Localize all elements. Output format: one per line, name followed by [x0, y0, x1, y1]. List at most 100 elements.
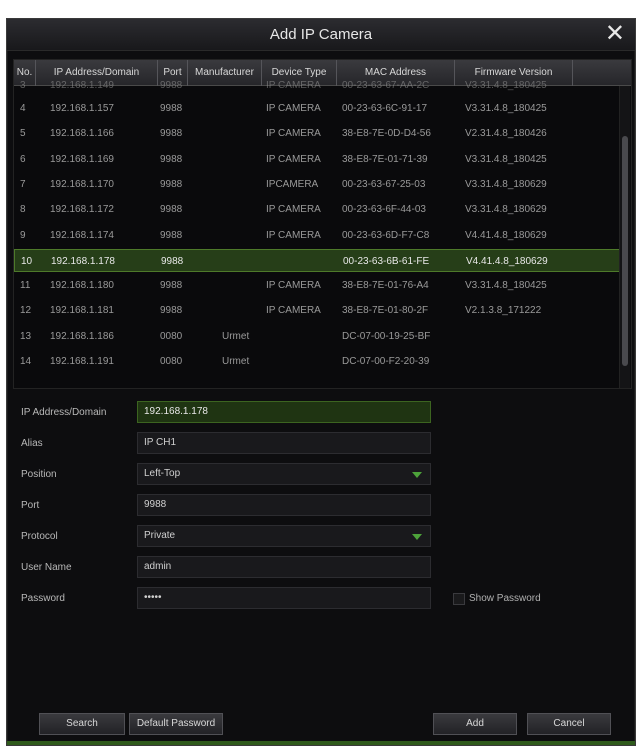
camera-table: No. IP Address/Domain Port Manufacturer …: [13, 59, 632, 389]
cell-port: 9988: [161, 255, 184, 267]
cell-device-type: IP CAMERA: [266, 153, 321, 165]
table-row[interactable]: 7 192.168.1.170 9988 IPCAMERA 00-23-63-67-25…: [14, 173, 620, 196]
cell-port: 0080: [160, 330, 183, 342]
dropdown-arrow-icon: [412, 472, 422, 478]
cell-ip-address: 192.168.1.181: [50, 305, 114, 317]
ip-address-label: IP Address/Domain: [21, 407, 107, 418]
cell-ip-address: 192.168.1.172: [50, 204, 114, 216]
position-label: Position: [21, 469, 57, 480]
cell-no: 11: [20, 280, 31, 292]
position-value: Left-Top: [144, 468, 181, 479]
cell-mac-address: DC-07-00-F2-20-39: [342, 356, 430, 367]
cell-no: 9: [20, 229, 26, 241]
table-row[interactable]: 4 192.168.1.157 9988 IP CAMERA 00-23-63-6C-9…: [14, 97, 620, 120]
cell-ip-address: 192.168.1.191: [50, 356, 114, 367]
cell-no: 14: [20, 356, 32, 367]
cell-device-type: IP CAMERA: [266, 280, 321, 292]
close-icon[interactable]: ✕: [605, 22, 625, 46]
username-label: User Name: [21, 562, 72, 573]
default-password-button[interactable]: Default Password: [129, 713, 223, 735]
cell-no: 13: [20, 330, 32, 342]
username-input[interactable]: admin: [137, 556, 431, 578]
cell-device-type: IP CAMERA: [266, 80, 321, 91]
cell-manufacturer: Urmet: [222, 330, 250, 342]
cell-ip-address: 192.168.1.169: [50, 153, 114, 165]
cell-no: 5: [20, 128, 26, 140]
cell-device-type: IP CAMERA: [266, 204, 321, 216]
protocol-select[interactable]: Private: [137, 525, 431, 547]
table-scrollbar[interactable]: [619, 86, 630, 388]
port-input[interactable]: 9988: [137, 494, 431, 516]
cell-mac-address: 00-23-63-6C-91-17: [342, 103, 428, 114]
cell-firmware: V2.31.4.8_180426: [465, 128, 547, 140]
table-row[interactable]: 11 192.168.1.180 9988 IP CAMERA 38-E8-7E-01-…: [14, 274, 620, 297]
table-row[interactable]: 14 192.168.1.191 0080 Urmet DC-07-00-F2-20-3…: [14, 350, 620, 373]
cell-no: 6: [20, 153, 26, 165]
cell-ip-address: 192.168.1.170: [50, 178, 114, 190]
cell-port: 9988: [160, 280, 183, 292]
cell-mac-address: 38-E8-7E-01-80-2F: [342, 305, 429, 317]
cell-device-type: IP CAMERA: [266, 305, 321, 317]
cell-firmware: V3.31.4.8_180629: [465, 178, 547, 190]
cell-firmware: V3.31.4.8_180629: [465, 204, 547, 216]
cell-ip-address: 192.168.1.180: [50, 280, 114, 292]
ip-address-input[interactable]: 192.168.1.178: [137, 401, 431, 423]
dialog-titlebar: Add IP Camera ✕: [7, 19, 635, 51]
cell-port: 9988: [160, 103, 183, 114]
cell-port: 9988: [160, 178, 183, 190]
add-ip-camera-dialog: Add IP Camera ✕ No. IP Address/Domain Po…: [6, 18, 636, 746]
cell-mac-address: 00-23-63-67-AA-2C: [342, 80, 430, 91]
table-row[interactable]: 3 192.168.1.149 9988 IP CAMERA 00-23-63-67-A…: [14, 74, 620, 97]
cell-mac-address: 00-23-63-67-25-03: [342, 178, 426, 190]
table-row[interactable]: 10 192.168.1.178 9988 00-23-63-6B-61-FE V4.4…: [14, 248, 620, 272]
cell-ip-address: 192.168.1.149: [50, 80, 114, 91]
table-row[interactable]: 9 192.168.1.174 9988 IP CAMERA 00-23-63-6D-F…: [14, 224, 620, 247]
cell-port: 0080: [160, 356, 183, 367]
dropdown-arrow-icon: [412, 534, 422, 540]
add-button[interactable]: Add: [433, 713, 517, 735]
cell-no: 3: [20, 80, 26, 91]
cell-port: 9988: [160, 204, 183, 216]
table-body: 3 192.168.1.149 9988 IP CAMERA 00-23-63-67-A…: [14, 80, 620, 388]
cell-ip-address: 192.168.1.186: [50, 330, 114, 342]
cell-no: 12: [20, 305, 32, 317]
show-password-checkbox[interactable]: [453, 593, 465, 605]
cell-mac-address: 00-23-63-6D-F7-C8: [342, 229, 430, 241]
table-row[interactable]: 12 192.168.1.181 9988 IP CAMERA 38-E8-7E-01-…: [14, 299, 620, 322]
cancel-button[interactable]: Cancel: [527, 713, 611, 735]
cell-firmware: V3.31.4.8_180425: [465, 153, 547, 165]
alias-input[interactable]: IP CH1: [137, 432, 431, 454]
cell-mac-address: 00-23-63-6B-61-FE: [343, 255, 430, 267]
table-row[interactable]: 5 192.168.1.166 9988 IP CAMERA 38-E8-7E-0D-D…: [14, 122, 620, 145]
cell-mac-address: 00-23-63-6F-44-03: [342, 204, 426, 216]
table-row[interactable]: 8 192.168.1.172 9988 IP CAMERA 00-23-63-6F-4…: [14, 198, 620, 221]
cell-port: 9988: [160, 305, 183, 317]
cell-firmware: V4.41.4.8_180629: [466, 255, 548, 267]
table-row[interactable]: 6 192.168.1.169 9988 IP CAMERA 38-E8-7E-01-7…: [14, 148, 620, 171]
cell-device-type: IP CAMERA: [266, 229, 321, 241]
cell-port: 9988: [160, 229, 183, 241]
search-button[interactable]: Search: [39, 713, 125, 735]
cell-mac-address: 38-E8-7E-0D-D4-56: [342, 128, 431, 140]
cell-no: 4: [20, 103, 26, 114]
cell-firmware: V3.31.4.8_180425: [465, 103, 547, 114]
cell-firmware: V3.31.4.8_180425: [465, 280, 547, 292]
cell-port: 9988: [160, 80, 183, 91]
cell-mac-address: 38-E8-7E-01-76-A4: [342, 280, 429, 292]
port-label: Port: [21, 500, 40, 511]
cell-ip-address: 192.168.1.166: [50, 128, 114, 140]
cell-device-type: IP CAMERA: [266, 103, 321, 114]
cell-device-type: IPCAMERA: [266, 178, 319, 190]
password-input[interactable]: •••••: [137, 587, 431, 609]
scrollbar-thumb[interactable]: [622, 136, 628, 366]
show-password-label: Show Password: [469, 593, 541, 604]
table-row[interactable]: 13 192.168.1.186 0080 Urmet DC-07-00-19-25-B…: [14, 325, 620, 348]
password-label: Password: [21, 593, 65, 604]
alias-label: Alias: [21, 438, 43, 449]
position-select[interactable]: Left-Top: [137, 463, 431, 485]
dialog-title: Add IP Camera: [269, 26, 373, 43]
cell-device-type: IP CAMERA: [266, 128, 321, 140]
cell-ip-address: 192.168.1.157: [50, 103, 114, 114]
cell-no: 10: [21, 255, 33, 267]
bottom-accent-strip: [7, 741, 635, 745]
